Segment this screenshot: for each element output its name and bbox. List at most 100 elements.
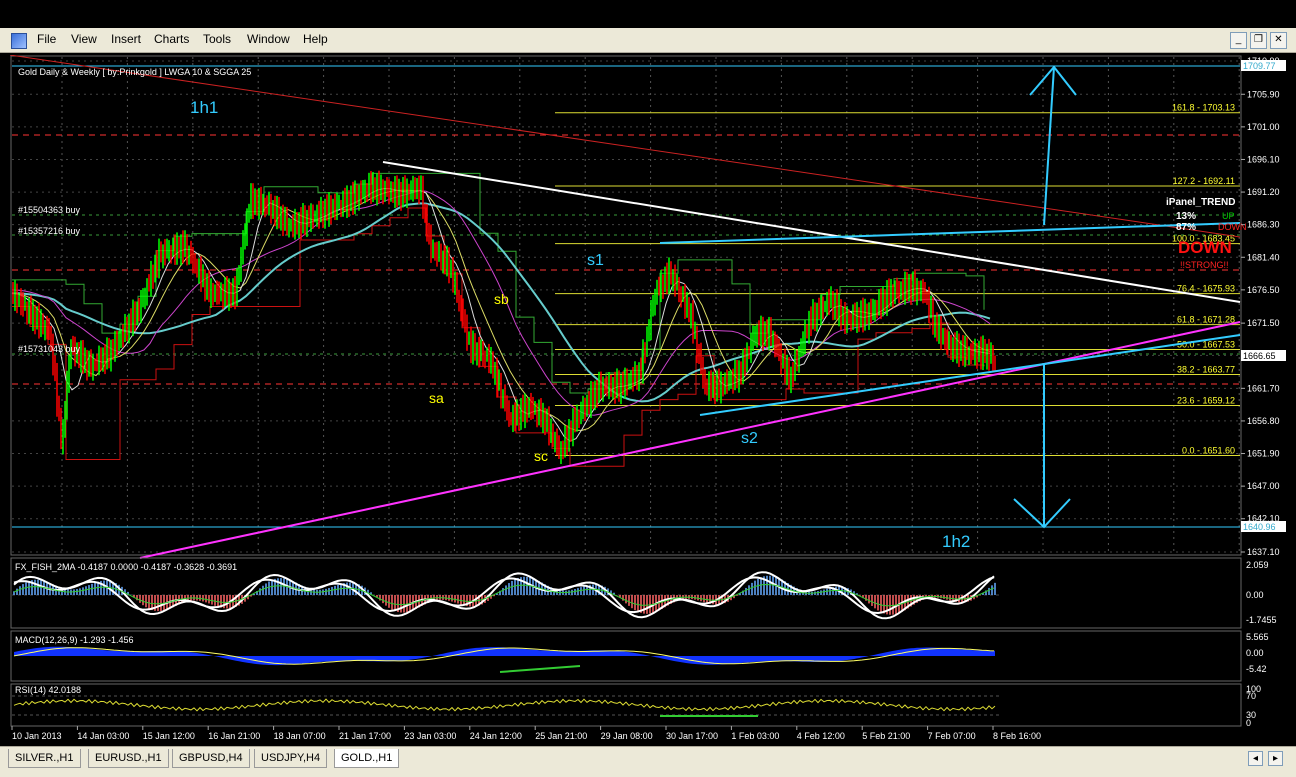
- chart-header: Gold Daily & Weekly [ by:Prinkgold ] LWG…: [18, 67, 251, 77]
- price-tick-label: 1691.20: [1247, 187, 1280, 197]
- tab-gbpusd[interactable]: GBPUSD,H4: [172, 749, 250, 768]
- menu-tools[interactable]: Tools: [203, 32, 231, 46]
- scroll-left-button[interactable]: ◂: [1248, 751, 1263, 766]
- price-axis: 1710.901705.901701.001696.101691.201686.…: [1241, 56, 1280, 557]
- time-tick-label: 15 Jan 12:00: [143, 731, 195, 741]
- current-price-value: 1666.65: [1243, 351, 1276, 361]
- time-tick-label: 7 Feb 07:00: [928, 731, 976, 741]
- rsi-line: [13, 698, 996, 712]
- price-chart[interactable]: 161.8 - 1703.13127.2 - 1692.11100.0 - 16…: [9, 54, 1288, 745]
- tab-gold[interactable]: GOLD.,H1: [334, 749, 400, 768]
- panel-down-percent: 87%: [1176, 222, 1196, 233]
- price-tick-label: 1651.90: [1247, 449, 1280, 459]
- price-tick-label: 1696.10: [1247, 154, 1280, 164]
- label-1h2: 1h2: [942, 532, 970, 551]
- label-1h1: 1h1: [190, 98, 218, 117]
- macd-divergence-line: [499, 665, 581, 673]
- time-tick-label: 29 Jan 08:00: [601, 731, 653, 741]
- macd-scale-mid: 0.00: [1246, 648, 1264, 658]
- macd-scale-top: 5.565: [1246, 632, 1269, 642]
- price-tick-label: 1656.80: [1247, 416, 1280, 426]
- time-tick-label: 18 Jan 07:00: [274, 731, 326, 741]
- menu-bar: File View Insert Charts Tools Window Hel…: [0, 28, 1296, 53]
- price-tick-label: 1681.40: [1247, 252, 1280, 262]
- label-s1: s1: [587, 252, 604, 269]
- label-s2: s2: [741, 430, 758, 447]
- price-tick-label: 1637.10: [1247, 547, 1280, 557]
- price-tick-label: 1661.70: [1247, 383, 1280, 393]
- fisher-scale-mid: 0.00: [1246, 590, 1264, 600]
- minimize-button[interactable]: _: [1230, 32, 1247, 49]
- menu-help[interactable]: Help: [303, 32, 328, 46]
- panel-trend-down: DOWN: [1178, 238, 1232, 257]
- order-label-2: #15357216 buy: [18, 226, 81, 236]
- rsi-label: RSI(14) 42.0188: [15, 685, 81, 695]
- time-tick-label: 5 Feb 21:00: [862, 731, 910, 741]
- time-tick-label: 24 Jan 12:00: [470, 731, 522, 741]
- time-tick-label: 30 Jan 17:00: [666, 731, 718, 741]
- time-tick-label: 14 Jan 03:00: [77, 731, 129, 741]
- menu-view[interactable]: View: [71, 32, 97, 46]
- lower-level-value: 1640.96: [1243, 522, 1276, 532]
- fibo-label: 0.0 - 1651.60: [1182, 446, 1235, 456]
- fisher-scale-top: 2.059: [1246, 560, 1269, 570]
- restore-button[interactable]: ❐: [1250, 32, 1267, 49]
- chart-tabs: SILVER.,H1 EURUSD.,H1 GBPUSD,H4 USDJPY,H…: [0, 746, 1296, 777]
- time-tick-label: 23 Jan 03:00: [404, 731, 456, 741]
- fibo-label: 23.6 - 1659.12: [1177, 395, 1235, 405]
- time-tick-label: 8 Feb 16:00: [993, 731, 1041, 741]
- chart-window[interactable]: 161.8 - 1703.13 127.2 - 1692.11 100.0 - 16…: [9, 54, 1288, 745]
- fisher-label: FX_FISH_2MA -0.4187 0.0000 -0.4187 -0.36…: [15, 562, 237, 572]
- price-tick-label: 1701.00: [1247, 122, 1280, 132]
- rsi-scale-0: 0: [1246, 718, 1251, 728]
- menu-insert[interactable]: Insert: [111, 32, 141, 46]
- panel-up-percent: 13%: [1176, 211, 1196, 222]
- macd-label: MACD(12,26,9) -1.293 -1.456: [15, 635, 134, 645]
- rsi-scale-70: 70: [1246, 691, 1256, 701]
- upper-level-value: 1709.77: [1243, 61, 1276, 71]
- order-label-1: #15504363 buy: [18, 205, 81, 215]
- label-sb: sb: [494, 291, 509, 307]
- time-tick-label: 10 Jan 2013: [12, 731, 62, 741]
- rsi-pane: [10, 683, 1242, 727]
- time-axis: 10 Jan 2013 14 Jan 03:00 15 Jan 12:00 16 Ja…: [11, 726, 1041, 741]
- fibo-label: 61.8 - 1671.28: [1177, 315, 1235, 325]
- app-icon[interactable]: [11, 33, 27, 49]
- panel-title: iPanel_TREND: [1166, 197, 1235, 208]
- tab-usdjpy[interactable]: USDJPY,H4: [254, 749, 328, 768]
- trendline-cyan-upper: [659, 222, 1241, 244]
- panel-down-label: DOWN: [1218, 222, 1247, 232]
- menu-charts[interactable]: Charts: [154, 32, 189, 46]
- tab-eurusd[interactable]: EURUSD.,H1: [88, 749, 169, 768]
- fisher-scale-bottom: -1.7455: [1246, 615, 1277, 625]
- trendline-white: [382, 161, 1241, 303]
- price-tick-label: 1705.90: [1247, 89, 1280, 99]
- menu-file[interactable]: File: [37, 32, 56, 46]
- price-tick-label: 1676.50: [1247, 285, 1280, 295]
- price-tick-label: 1686.30: [1247, 220, 1280, 230]
- time-tick-label: 4 Feb 12:00: [797, 731, 845, 741]
- time-tick-label: 16 Jan 21:00: [208, 731, 260, 741]
- order-label-3: #15731043 buy: [18, 344, 81, 354]
- macd-histogram: [14, 646, 995, 666]
- time-tick-label: 21 Jan 17:00: [339, 731, 391, 741]
- fibo-label: 38.2 - 1663.77: [1177, 365, 1235, 375]
- label-sa: sa: [429, 390, 444, 406]
- arrow-up-shaft: [1043, 66, 1055, 226]
- scroll-right-button[interactable]: ▸: [1268, 751, 1283, 766]
- label-sc: sc: [534, 448, 548, 464]
- close-button[interactable]: ✕: [1270, 32, 1287, 49]
- fibo-label: 161.8 - 1703.13: [1172, 103, 1235, 113]
- trendline-magenta: [139, 321, 1241, 559]
- price-tick-label: 1671.50: [1247, 318, 1280, 328]
- trendline-red: [9, 54, 1241, 238]
- tab-silver[interactable]: SILVER.,H1: [8, 749, 81, 768]
- macd-scale-bottom: -5.42: [1246, 664, 1267, 674]
- price-tick-label: 1647.00: [1247, 481, 1280, 491]
- fibo-label: 127.2 - 1692.11: [1173, 176, 1235, 186]
- panel-up-label: UP: [1222, 211, 1235, 221]
- time-tick-label: 25 Jan 21:00: [535, 731, 587, 741]
- menu-window[interactable]: Window: [247, 32, 290, 46]
- panel-trend-strength: !!STRONG!!: [1180, 260, 1229, 270]
- chart-grid: [12, 57, 1240, 554]
